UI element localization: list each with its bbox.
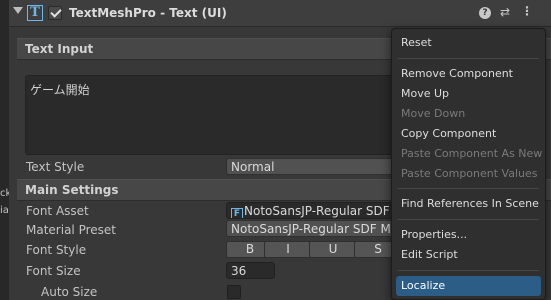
menu-item-copy-component[interactable]: Copy Component xyxy=(392,124,545,144)
text-input-field[interactable]: ゲーム開始 xyxy=(25,75,400,155)
menu-item-move-down: Move Down xyxy=(401,107,466,120)
underline-button[interactable]: U xyxy=(309,241,357,258)
presets-icon[interactable]: ⇄ xyxy=(500,5,510,19)
component-title: TextMeshPro - Text (UI) xyxy=(69,6,227,20)
text-component-icon: T xyxy=(27,5,43,21)
menu-separator xyxy=(398,58,539,59)
font-asset-label: Font Asset xyxy=(26,204,89,218)
text-style-label: Text Style xyxy=(26,160,85,174)
menu-separator xyxy=(398,219,539,220)
menu-item-reset[interactable]: Reset xyxy=(392,33,545,53)
fold-triangle-icon[interactable] xyxy=(13,7,23,14)
menu-item-properties[interactable]: Properties... xyxy=(392,225,545,245)
font-size-input[interactable]: 36 xyxy=(226,262,275,279)
menu-separator xyxy=(398,270,539,271)
left-strip-label: ck xyxy=(0,188,9,199)
menu-item-localize[interactable]: Localize xyxy=(396,276,541,296)
font-asset-icon: F xyxy=(231,208,243,218)
auto-size-label: Auto Size xyxy=(41,285,98,299)
text-style-value: Normal xyxy=(231,160,275,174)
menu-item-paste-component-as-new: Paste Component As New xyxy=(401,147,543,160)
font-size-value: 36 xyxy=(231,264,247,278)
section-title: Main Settings xyxy=(25,183,119,197)
font-asset-field[interactable]: FNotoSansJP-Regular SDF (TMP_FontAsset) xyxy=(226,202,401,219)
menu-item-remove-component[interactable]: Remove Component xyxy=(392,64,545,84)
menu-item-find-references[interactable]: Find References In Scene xyxy=(392,194,545,214)
inspector-panel: ck iai T TextMeshPro - Text (UI) ? ⇄ ⋮ T… xyxy=(0,0,551,300)
component-enabled-checkbox[interactable] xyxy=(48,6,62,20)
font-size-label: Font Size xyxy=(26,264,81,278)
left-strip-label: iai xyxy=(0,205,9,216)
font-asset-value: NotoSansJP-Regular SDF (TMP_FontAsset) xyxy=(244,204,400,218)
component-context-menu: Reset Remove Component Move Up Move Down… xyxy=(391,28,546,300)
help-icon[interactable]: ? xyxy=(479,7,491,19)
material-preset-dropdown[interactable]: NotoSansJP-Regular SDF Material xyxy=(226,220,401,237)
font-style-label: Font Style xyxy=(26,243,87,257)
component-header[interactable]: T TextMeshPro - Text (UI) ? ⇄ ⋮ xyxy=(9,0,551,27)
material-preset-value: NotoSansJP-Regular SDF Material xyxy=(231,222,400,236)
menu-item-move-up[interactable]: Move Up xyxy=(392,84,545,104)
material-preset-label: Material Preset xyxy=(26,223,116,237)
text-style-dropdown[interactable]: Normal xyxy=(226,158,401,175)
auto-size-checkbox[interactable] xyxy=(227,285,241,299)
menu-separator xyxy=(398,188,539,189)
menu-item-edit-script[interactable]: Edit Script xyxy=(392,245,545,265)
left-panel-strip: ck iai xyxy=(0,0,9,300)
section-title: Text Input xyxy=(25,42,94,56)
menu-item-paste-component-values: Paste Component Values xyxy=(401,167,538,180)
italic-button[interactable]: I xyxy=(264,241,312,258)
kebab-menu-icon[interactable]: ⋮ xyxy=(521,4,533,18)
